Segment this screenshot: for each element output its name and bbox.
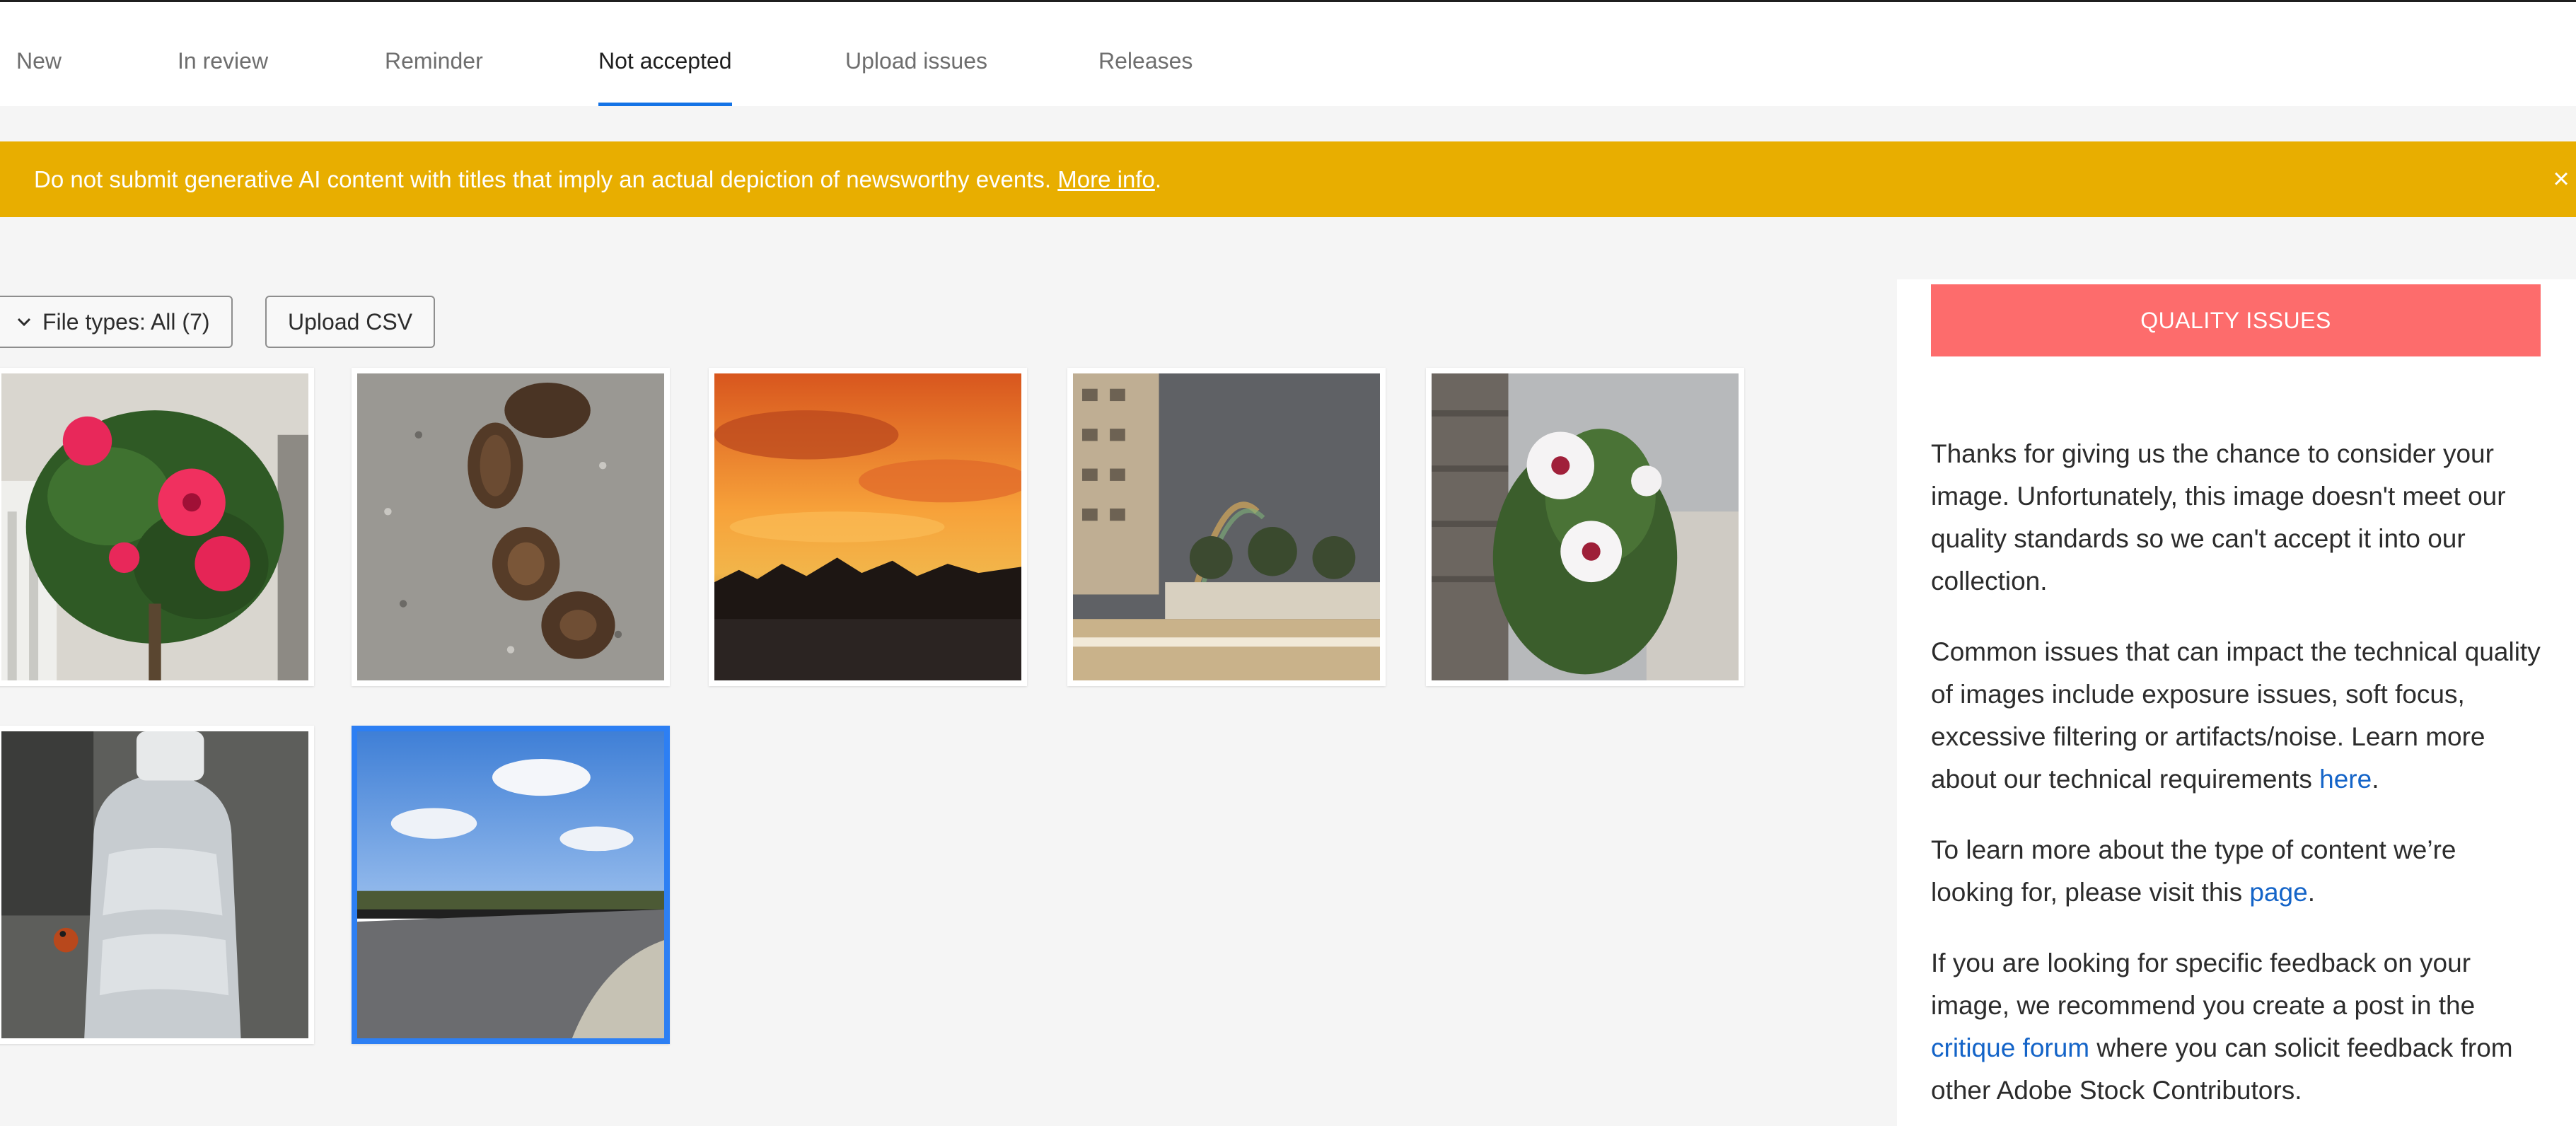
tab-reminder[interactable]: Reminder [385,2,483,106]
thumbnail-pine-cones[interactable] [352,368,670,686]
close-icon[interactable]: × [2546,141,2576,217]
chevron-down-icon [17,318,31,326]
content-page-link[interactable]: page [2249,878,2307,907]
thumbnail-pink-hibiscus[interactable] [0,368,314,686]
more-info-link[interactable]: More info [1057,166,1155,192]
status-tabs: New In review Reminder Not accepted Uplo… [0,2,2576,106]
technical-requirements-link[interactable]: here [2319,765,2372,794]
banner-message: Do not submit generative AI content with… [34,166,1162,192]
thumbnail-road-sky[interactable] [352,726,670,1044]
tab-upload-issues[interactable]: Upload issues [845,2,987,106]
upload-csv-button[interactable]: Upload CSV [265,296,436,348]
thumbnail-white-hibiscus[interactable] [1426,368,1744,686]
notice-banner: Do not submit generative AI content with… [0,141,2576,217]
thumbnail-rainbow-building[interactable] [1067,368,1386,686]
panel-paragraph-1: Thanks for giving us the chance to consi… [1931,439,2506,596]
panel-paragraph-3: To learn more about the type of content … [1931,835,2456,907]
panel-paragraph-4: If you are looking for specific feedback… [1931,948,2513,1105]
tab-new[interactable]: New [16,2,62,106]
thumbnail-sunset[interactable] [709,368,1027,686]
tab-in-review[interactable]: In review [178,2,268,106]
tab-releases[interactable]: Releases [1098,2,1193,106]
file-types-dropdown[interactable]: File types: All (7) [0,296,233,348]
rejection-details-panel: QUALITY ISSUES Thanks for giving us the … [1897,279,2576,1126]
tab-not-accepted[interactable]: Not accepted [598,2,732,106]
panel-paragraph-2: Common issues that can impact the techni… [1931,637,2541,794]
thumbnail-water-bottle[interactable] [0,726,314,1044]
critique-forum-link[interactable]: critique forum [1931,1033,2089,1062]
quality-issues-heading: QUALITY ISSUES [1931,284,2541,356]
